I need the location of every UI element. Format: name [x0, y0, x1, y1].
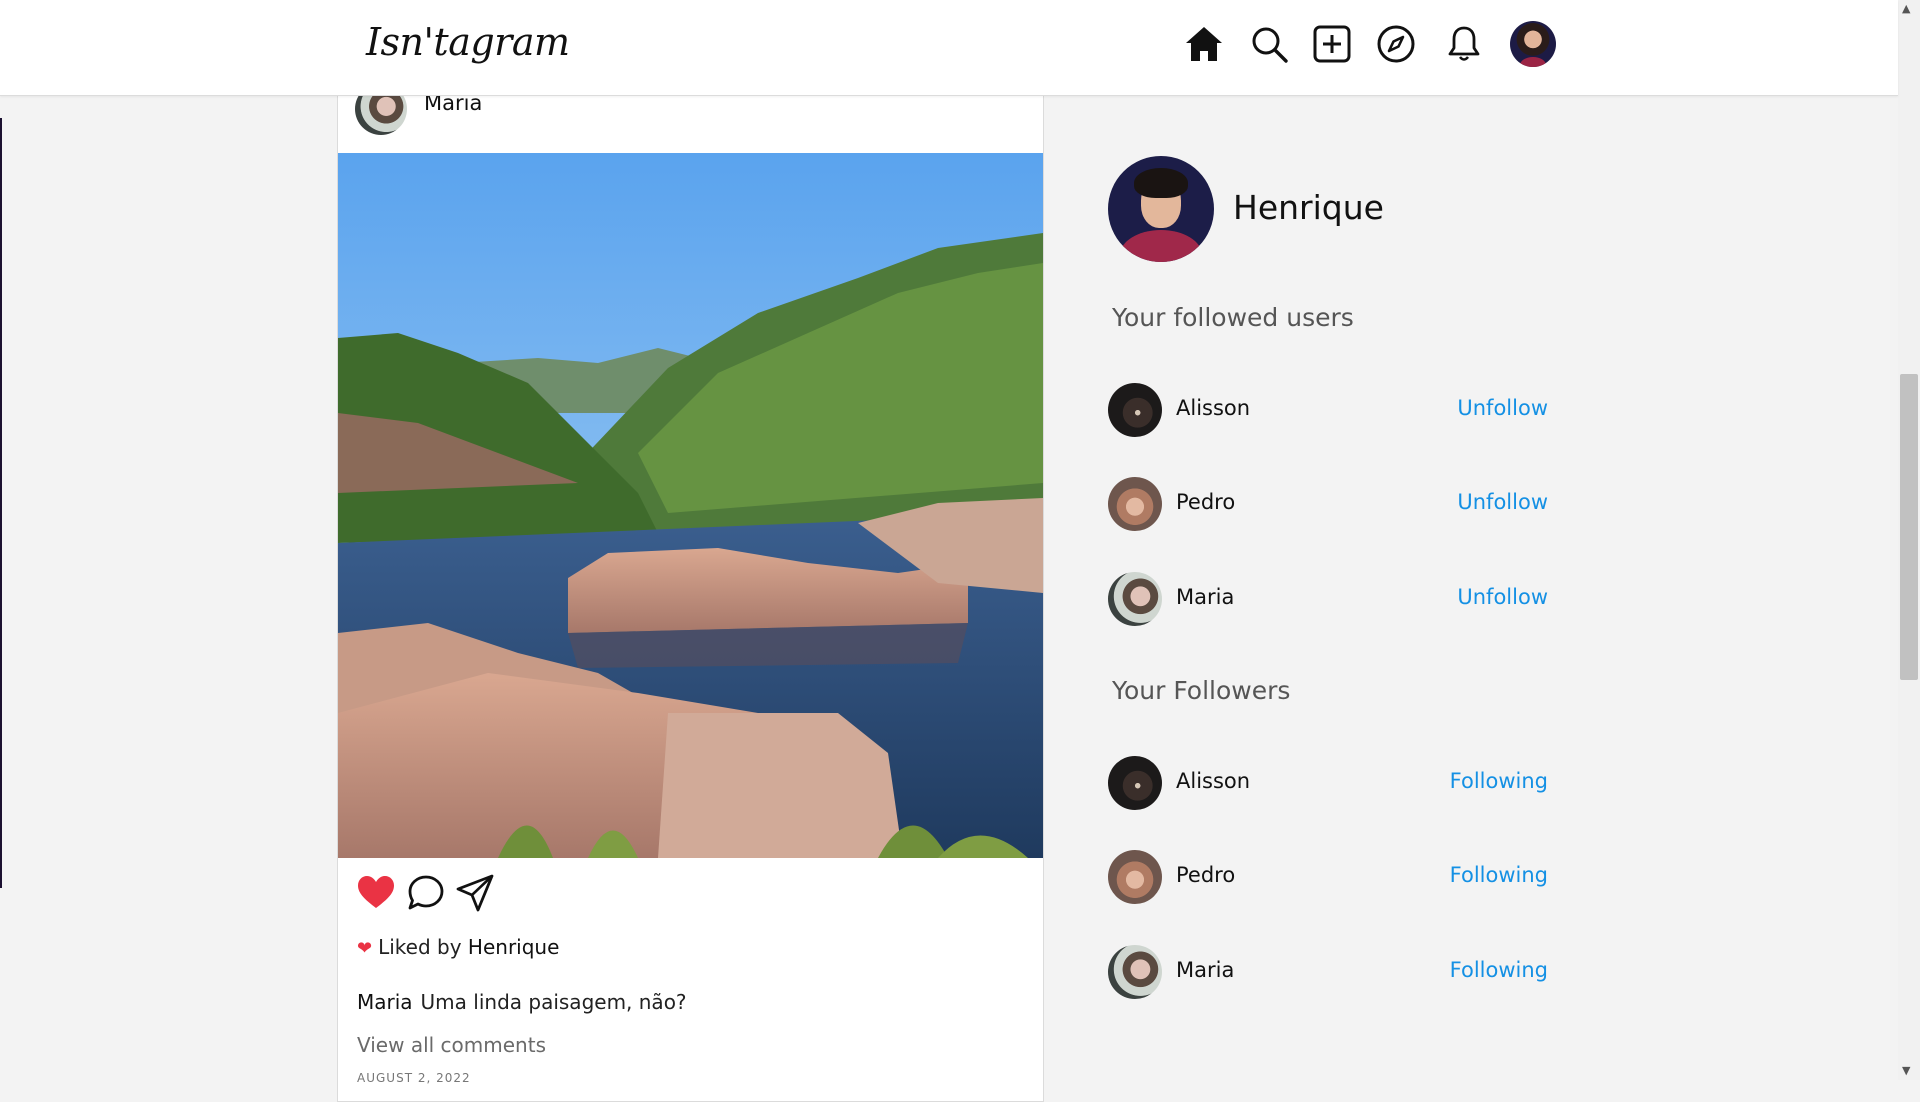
profile-avatar[interactable]	[1108, 156, 1214, 262]
liked-by-user[interactable]: Henrique	[468, 935, 559, 959]
search-icon[interactable]	[1249, 24, 1289, 64]
app-logo[interactable]: Isn'tagram	[366, 20, 570, 64]
follower-row: Maria Following	[1108, 945, 1548, 999]
post-date: AUGUST 2, 2022	[357, 1071, 471, 1085]
page-left-edge	[0, 118, 2, 888]
caption-username[interactable]: Maria	[357, 990, 413, 1014]
following-button[interactable]: Following	[1450, 769, 1548, 793]
following-button[interactable]: Following	[1450, 958, 1548, 982]
followed-user-row: Alisson Unfollow	[1108, 383, 1548, 437]
followers-title: Your Followers	[1112, 676, 1291, 705]
unfollow-button[interactable]: Unfollow	[1457, 490, 1548, 514]
unfollow-button[interactable]: Unfollow	[1457, 585, 1548, 609]
post-image[interactable]	[338, 153, 1043, 858]
follower-row: Pedro Following	[1108, 850, 1548, 904]
user-avatar[interactable]	[1108, 945, 1162, 999]
create-post-icon[interactable]	[1312, 24, 1352, 64]
scrollbar-thumb[interactable]	[1900, 374, 1918, 680]
followed-users-title: Your followed users	[1112, 303, 1354, 332]
likes-line: ❤ Liked by Henrique	[357, 935, 559, 959]
home-icon[interactable]	[1184, 24, 1224, 64]
explore-icon[interactable]	[1376, 24, 1416, 64]
share-icon[interactable]	[455, 873, 495, 913]
user-avatar[interactable]	[1108, 756, 1162, 810]
profile-name[interactable]: Henrique	[1233, 188, 1384, 227]
user-name[interactable]: Pedro	[1176, 863, 1235, 887]
user-avatar[interactable]	[1108, 477, 1162, 531]
followed-user-row: Maria Unfollow	[1108, 572, 1548, 626]
user-name[interactable]: Pedro	[1176, 490, 1235, 514]
small-heart-icon: ❤	[357, 938, 373, 959]
following-button[interactable]: Following	[1450, 863, 1548, 887]
user-name[interactable]: Maria	[1176, 958, 1234, 982]
view-all-comments-link[interactable]: View all comments	[357, 1033, 546, 1057]
liked-by-label: Liked by	[378, 935, 462, 959]
post-caption: Maria Uma linda paisagem, não?	[357, 990, 687, 1014]
user-name[interactable]: Maria	[1176, 585, 1234, 609]
top-navbar: Isn'tagram	[0, 0, 1898, 96]
followed-user-row: Pedro Unfollow	[1108, 477, 1548, 531]
scroll-up-arrow-icon[interactable]: ▲	[1902, 2, 1910, 15]
follower-row: Alisson Following	[1108, 756, 1548, 810]
user-avatar[interactable]	[1108, 383, 1162, 437]
user-name[interactable]: Alisson	[1176, 769, 1250, 793]
notifications-icon[interactable]	[1444, 24, 1484, 64]
like-heart-icon[interactable]	[356, 873, 396, 913]
comment-icon[interactable]	[406, 873, 446, 913]
profile-avatar-nav[interactable]	[1510, 21, 1556, 67]
caption-text: Uma linda paisagem, não?	[420, 990, 687, 1014]
feed-post: Maria ❤ Liked by Henrique Maria Uma lind…	[337, 70, 1044, 1102]
scroll-down-arrow-icon[interactable]: ▼	[1902, 1064, 1910, 1077]
user-avatar[interactable]	[1108, 572, 1162, 626]
unfollow-button[interactable]: Unfollow	[1457, 396, 1548, 420]
user-avatar[interactable]	[1108, 850, 1162, 904]
user-name[interactable]: Alisson	[1176, 396, 1250, 420]
